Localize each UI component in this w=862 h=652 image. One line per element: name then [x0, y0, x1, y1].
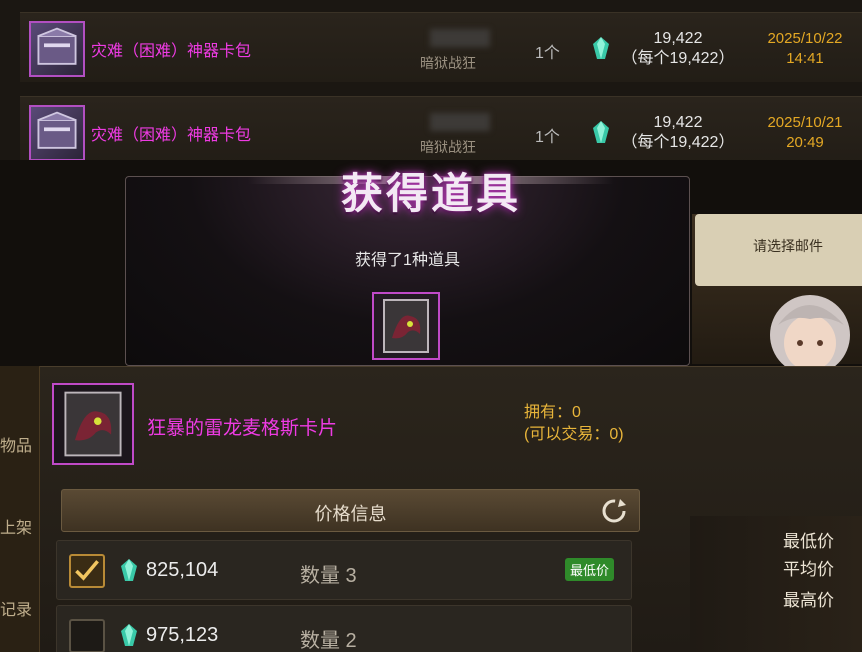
gem-currency-icon	[593, 121, 609, 143]
history-date: 2025/10/22	[767, 30, 843, 47]
seller-blurred	[430, 29, 490, 47]
history-item-name: 灾难（困难）神器卡包	[91, 127, 252, 144]
price-listing-row[interactable]: 825,104 数量 3 最低价	[56, 540, 632, 600]
history-total-price: 19,422	[653, 30, 703, 47]
history-price: 19,422 （每个19,422）	[618, 29, 738, 69]
sidebar-item-goods[interactable]: 物品	[0, 432, 32, 456]
listing-checkbox[interactable]	[69, 554, 105, 588]
check-icon	[75, 560, 99, 581]
avg-price-label: 平均价	[783, 560, 834, 579]
seller-blurred	[430, 113, 490, 131]
owned-info: 拥有：0 (可以交易：0)	[524, 402, 624, 446]
gem-currency-icon	[121, 559, 137, 581]
trade-history: 灾难（困难）神器卡包 暗狱战狂 1个 19,422 （每个19,422） 202…	[0, 0, 862, 170]
popup-title: 获得道具	[340, 170, 521, 217]
owned-count: 拥有：0	[524, 404, 581, 421]
history-time: 20:49	[786, 134, 824, 151]
card-pack-icon	[29, 21, 85, 77]
listing-quantity: 数量 3	[300, 565, 357, 587]
price-info-header: 价格信息	[61, 489, 640, 532]
sidebar-item-listing[interactable]: 上架	[0, 514, 32, 538]
item-name: 狂暴的雷龙麦格斯卡片	[147, 418, 338, 439]
listing-price: 825,104	[146, 559, 219, 581]
sidebar-item-records[interactable]: 记录	[0, 596, 32, 620]
min-price-label: 最低价	[783, 532, 834, 551]
lowest-price-badge: 最低价	[565, 558, 615, 581]
refresh-icon[interactable]	[600, 497, 628, 525]
listing-price: 975,123	[146, 624, 219, 646]
max-price-label: 最高价	[783, 591, 834, 610]
mail-prompt-text: 请选择邮件	[753, 238, 823, 254]
history-total-price: 19,422	[653, 114, 703, 131]
history-datetime: 2025/10/21 20:49	[755, 113, 855, 153]
price-info-title: 价格信息	[314, 504, 387, 524]
price-listing-row[interactable]: 975,123 数量 2	[56, 605, 632, 652]
listing-checkbox[interactable]	[69, 619, 105, 652]
left-sidebar: 物品 上架 记录	[0, 366, 40, 652]
tradable-count: (可以交易：0)	[524, 426, 624, 443]
popup-subtitle: 获得了1种道具	[355, 252, 460, 269]
history-row[interactable]: 灾难（困难）神器卡包 暗狱战狂 1个 19,422 （每个19,422） 202…	[20, 96, 862, 166]
listing-quantity: 数量 2	[300, 630, 357, 652]
gem-currency-icon	[121, 624, 137, 646]
history-seller: 暗狱战狂	[420, 55, 476, 71]
history-quantity: 1个	[535, 129, 560, 146]
history-seller: 暗狱战狂	[420, 139, 476, 155]
history-price: 19,422 （每个19,422）	[618, 113, 738, 153]
npc-portrait	[770, 295, 850, 370]
history-date: 2025/10/21	[767, 114, 843, 131]
history-item-name: 灾难（困难）神器卡包	[91, 43, 252, 60]
price-stats-panel	[690, 516, 862, 652]
history-row[interactable]: 灾难（困难）神器卡包 暗狱战狂 1个 19,422 （每个19,422） 202…	[20, 12, 862, 82]
history-time: 14:41	[786, 50, 824, 67]
card-pack-icon	[29, 105, 85, 161]
history-unit-price: （每个19,422）	[621, 50, 735, 67]
history-unit-price: （每个19,422）	[621, 134, 735, 151]
obtained-item-icon[interactable]	[372, 292, 440, 360]
mail-prompt-bubble: 请选择邮件	[695, 214, 862, 286]
history-datetime: 2025/10/22 14:41	[755, 29, 855, 69]
item-card-icon[interactable]	[52, 383, 134, 465]
history-quantity: 1个	[535, 45, 560, 62]
gem-currency-icon	[593, 37, 609, 59]
